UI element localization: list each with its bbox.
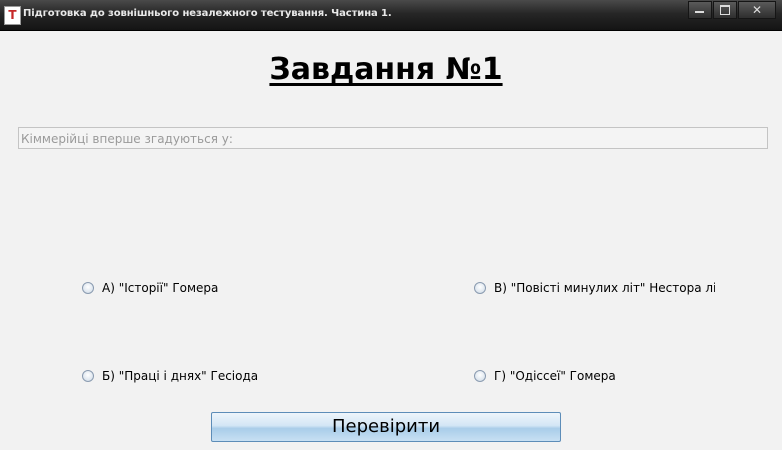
question-field: Кіммерійці вперше згадуються у: xyxy=(18,127,768,149)
window-title: Підготовка до зовнішнього незалежного те… xyxy=(23,8,392,19)
radio-button-b[interactable] xyxy=(82,370,94,382)
radio-button-v[interactable] xyxy=(474,282,486,294)
minimize-button[interactable] xyxy=(688,1,712,19)
minimize-icon xyxy=(695,11,704,13)
option-v[interactable]: В) "Повісті минулих літ" Нестора літопи xyxy=(474,281,715,295)
window-controls: ✕ xyxy=(687,1,776,19)
check-answer-button[interactable]: Перевірити xyxy=(211,412,561,442)
task-heading: Завдання №1 xyxy=(269,52,503,87)
close-button[interactable]: ✕ xyxy=(738,1,776,19)
close-icon: ✕ xyxy=(751,3,763,17)
option-a-label: А) "Історії" Гомера xyxy=(102,281,219,295)
option-b[interactable]: Б) "Праці і днях" Гесіода xyxy=(82,369,382,383)
option-v-label: В) "Повісті минулих літ" Нестора літопи xyxy=(494,281,715,295)
title-bar[interactable]: T Підготовка до зовнішнього незалежного … xyxy=(0,0,782,31)
option-b-label: Б) "Праці і днях" Гесіода xyxy=(102,369,259,383)
radio-button-g[interactable] xyxy=(474,370,486,382)
option-g-label: Г) "Одіссеї" Гомера xyxy=(494,369,616,383)
app-icon: T xyxy=(4,6,21,25)
radio-button-a[interactable] xyxy=(82,282,94,294)
option-a[interactable]: А) "Історії" Гомера xyxy=(82,281,382,295)
maximize-button[interactable] xyxy=(713,1,737,19)
app-window: T Підготовка до зовнішнього незалежного … xyxy=(0,0,782,450)
maximize-icon xyxy=(720,5,730,15)
option-g[interactable]: Г) "Одіссеї" Гомера xyxy=(474,369,715,383)
